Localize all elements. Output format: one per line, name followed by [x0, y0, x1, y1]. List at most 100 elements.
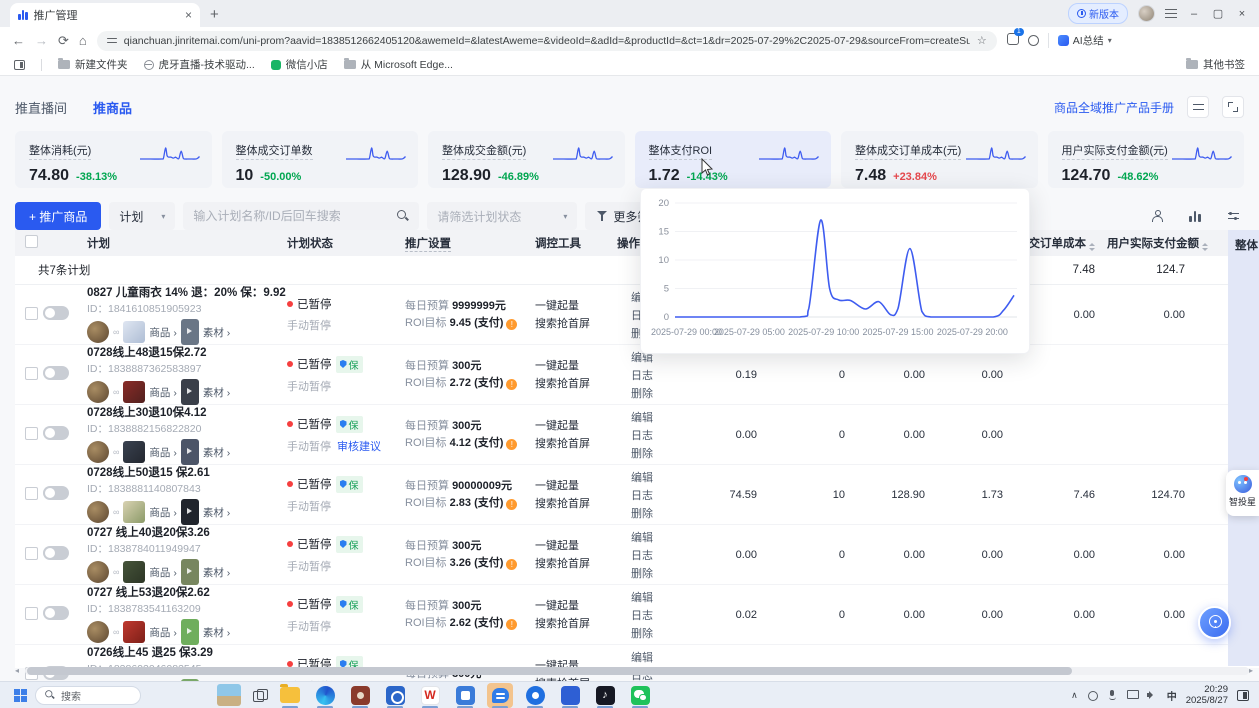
op-delete-link[interactable]: 删除: [631, 505, 669, 521]
plan-type-select[interactable]: 计划▾: [109, 202, 175, 230]
stat-card[interactable]: 用户实际支付金额(元) 124.70 -48.62%: [1048, 131, 1245, 188]
extension-button[interactable]: 1: [1007, 32, 1019, 50]
product-link[interactable]: 商品 ›: [149, 625, 176, 640]
promote-product-button[interactable]: + 推广商品: [15, 202, 101, 230]
material-thumbnail[interactable]: [181, 559, 199, 585]
col-settings[interactable]: 推广设置: [405, 235, 535, 251]
row-enable-toggle[interactable]: [43, 426, 69, 440]
one-key-boost[interactable]: 一键起量: [535, 357, 617, 375]
taskbar-app-app-blue-square[interactable]: [452, 683, 478, 708]
info-icon[interactable]: !: [506, 439, 517, 450]
col-plan[interactable]: 计划: [87, 235, 287, 251]
stat-card[interactable]: 整体成交金额(元) 128.90 -46.89%: [428, 131, 625, 188]
product-thumbnail[interactable]: [123, 501, 145, 523]
plan-status-select[interactable]: 请筛选计划状态▾: [427, 202, 577, 230]
manual-link[interactable]: 商品全域推广产品手册: [1054, 99, 1174, 116]
scrollbar-thumb[interactable]: [27, 667, 1072, 675]
horizontal-scrollbar[interactable]: ◂ ▸: [15, 666, 1259, 675]
bookmark-item[interactable]: 虎牙直播-技术驱动...: [144, 57, 255, 72]
op-edit-link[interactable]: 编辑: [631, 529, 669, 545]
bookmark-item[interactable]: 从 Microsoft Edge...: [344, 57, 453, 72]
one-key-boost[interactable]: 一键起量: [535, 477, 617, 495]
forward-icon[interactable]: →: [35, 33, 48, 48]
product-thumbnail[interactable]: [123, 441, 145, 463]
material-thumbnail[interactable]: [181, 439, 199, 465]
row-checkbox[interactable]: [25, 487, 38, 500]
sort-icon[interactable]: [1202, 243, 1208, 251]
material-link[interactable]: 素材 ›: [203, 385, 230, 400]
reload-icon[interactable]: ⟳: [58, 33, 69, 49]
op-delete-link[interactable]: 删除: [631, 385, 669, 401]
row-enable-toggle[interactable]: [43, 606, 69, 620]
browser-avatar[interactable]: [1138, 5, 1155, 22]
review-suggestion-link[interactable]: 审核建议: [337, 438, 381, 454]
tray-overflow-icon[interactable]: ∧: [1071, 690, 1078, 701]
site-info-icon[interactable]: [107, 37, 117, 45]
col-status[interactable]: 计划状态: [287, 235, 405, 251]
scrollbar-track[interactable]: [25, 667, 1249, 675]
plan-title[interactable]: 0827 儿童雨衣 14% 退：20% 保：9.92: [87, 284, 287, 300]
op-log-link[interactable]: 日志: [631, 487, 669, 503]
plan-title[interactable]: 0727 线上53退20保2.62: [87, 584, 287, 600]
plan-search-input[interactable]: [193, 209, 397, 223]
info-icon[interactable]: !: [506, 379, 517, 390]
op-delete-link[interactable]: 删除: [631, 625, 669, 641]
taskbar-app-file-explorer[interactable]: [277, 683, 303, 708]
sort-icon[interactable]: [1089, 243, 1095, 251]
row-checkbox[interactable]: [25, 367, 38, 380]
product-link[interactable]: 商品 ›: [149, 565, 176, 580]
new-tab-button[interactable]: +: [210, 6, 219, 23]
stat-card[interactable]: 整体消耗(元) 74.80 -38.13%: [15, 131, 212, 188]
plan-title[interactable]: 0728线上48退15保2.72: [87, 344, 287, 360]
taskbar-app-edge-browser[interactable]: [312, 683, 338, 708]
plan-title[interactable]: 0726线上45 退25 保3.29: [87, 644, 287, 660]
plan-search-box[interactable]: [183, 202, 419, 230]
search-top-screen[interactable]: 搜索抢首屏: [535, 315, 617, 333]
row-enable-toggle[interactable]: [43, 486, 69, 500]
search-top-screen[interactable]: 搜索抢首屏: [535, 555, 617, 573]
scroll-left-icon[interactable]: ◂: [15, 666, 25, 675]
ime-indicator[interactable]: 中: [1167, 688, 1177, 703]
support-button[interactable]: [1198, 606, 1231, 639]
column-settings-button[interactable]: [1222, 205, 1244, 227]
tab-close-icon[interactable]: ×: [185, 8, 192, 22]
plan-title[interactable]: 0727 线上40退20保3.26: [87, 524, 287, 540]
row-enable-toggle[interactable]: [43, 546, 69, 560]
info-icon[interactable]: !: [506, 499, 517, 510]
row-enable-toggle[interactable]: [43, 306, 69, 320]
one-key-boost[interactable]: 一键起量: [535, 537, 617, 555]
extensions-menu-icon[interactable]: [1028, 35, 1039, 46]
stat-card[interactable]: 整体成交订单成本(元) 7.48 +23.84%: [841, 131, 1038, 188]
microphone-icon[interactable]: [1107, 690, 1118, 700]
window-minimize-button[interactable]: –: [1187, 8, 1201, 20]
back-icon[interactable]: ←: [12, 33, 25, 48]
widgets-weather-button[interactable]: [217, 684, 241, 706]
info-icon[interactable]: !: [506, 319, 517, 330]
taskbar-app-douyin[interactable]: ♪: [592, 683, 618, 708]
scroll-right-icon[interactable]: ▸: [1249, 666, 1259, 675]
material-link[interactable]: 素材 ›: [203, 445, 230, 460]
op-delete-link[interactable]: 删除: [631, 565, 669, 581]
search-top-screen[interactable]: 搜索抢首屏: [535, 615, 617, 633]
taskbar-app-app-blue-circle[interactable]: [522, 683, 548, 708]
start-button[interactable]: [14, 689, 27, 702]
settings-button[interactable]: [1187, 96, 1209, 118]
chart-view-button[interactable]: [1184, 205, 1206, 227]
display-icon[interactable]: [1127, 690, 1138, 700]
material-thumbnail[interactable]: [181, 619, 199, 645]
row-checkbox[interactable]: [25, 547, 38, 560]
op-edit-link[interactable]: 编辑: [631, 649, 669, 665]
bookmark-star-icon[interactable]: ☆: [977, 34, 987, 47]
tab-live-room[interactable]: 推直播间: [15, 98, 67, 117]
plan-title[interactable]: 0728线上50退15 保2.61: [87, 464, 287, 480]
product-thumbnail[interactable]: [123, 621, 145, 643]
browser-tab[interactable]: 推广管理 ×: [10, 3, 200, 27]
row-checkbox[interactable]: [25, 427, 38, 440]
browser-menu-icon[interactable]: [1165, 9, 1177, 18]
one-key-boost[interactable]: 一键起量: [535, 417, 617, 435]
op-edit-link[interactable]: 编辑: [631, 469, 669, 485]
op-log-link[interactable]: 日志: [631, 607, 669, 623]
taskbar-app-wechat[interactable]: [627, 683, 653, 708]
taskbar-app-app-blue-tile[interactable]: [557, 683, 583, 708]
url-bar[interactable]: qianchuan.jinritemai.com/uni-prom?aavid=…: [97, 31, 997, 51]
